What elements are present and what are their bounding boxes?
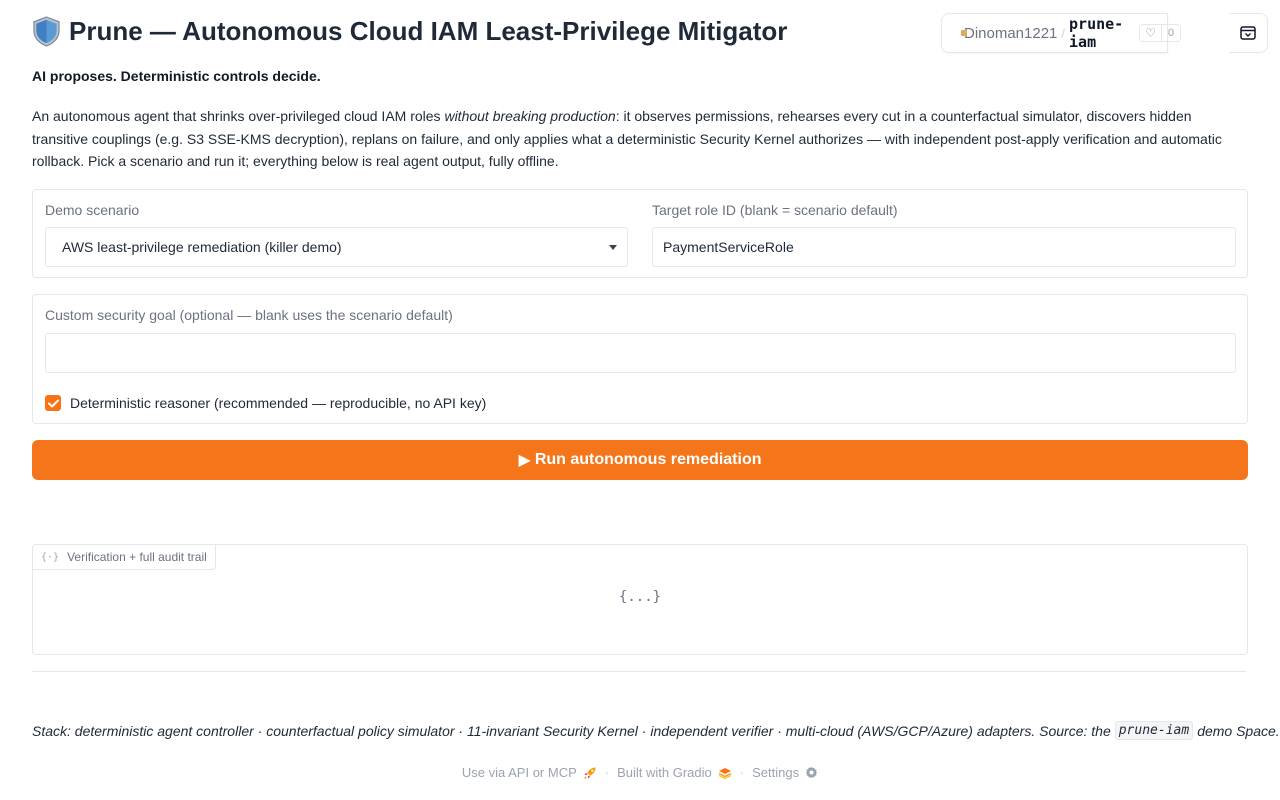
gradio-link[interactable]: Built with Gradio <box>617 765 732 780</box>
heart-icon: ♡ <box>1140 25 1162 41</box>
json-empty-placeholder: {...} <box>618 589 662 605</box>
audit-output-label-tag: {·} Verification + full audit trail <box>32 544 216 570</box>
scenario-dropdown[interactable]: AWS least-privilege remediation (killer … <box>45 227 628 267</box>
stack-text-end: demo Space. <box>1197 722 1280 739</box>
chevron-down-icon <box>609 244 617 250</box>
scenario-label: Demo scenario <box>45 202 140 218</box>
audit-output-panel: {·} Verification + full audit trail {...… <box>32 544 1248 655</box>
run-remediation-button[interactable]: ▶ Run autonomous remediation <box>32 440 1248 480</box>
like-button[interactable]: ♡ 0 <box>1139 24 1182 42</box>
gradio-logo-icon <box>718 767 732 779</box>
play-icon: ▶ <box>518 452 531 469</box>
reasoner-checkbox-label: Deterministic reasoner (recommended — re… <box>70 395 487 411</box>
path-separator: / <box>1061 25 1066 41</box>
role-label: Target role ID (blank = scenario default… <box>652 202 898 218</box>
settings-link[interactable]: Settings <box>752 765 818 780</box>
goal-input[interactable] <box>45 333 1236 373</box>
space-badge[interactable]: Dinoman1221 / prune-iam ♡ 0 <box>941 13 1182 53</box>
footer-separator: · <box>604 765 610 780</box>
like-count: 0 <box>1167 27 1175 39</box>
json-icon: {·} <box>41 551 60 563</box>
intro-text-1: An autonomous agent that shrinks over-pr… <box>32 108 445 124</box>
intro-paragraph: An autonomous agent that shrinks over-pr… <box>32 105 1242 173</box>
audit-output-label: Verification + full audit trail <box>67 550 207 564</box>
collapse-icon <box>1240 26 1256 40</box>
page-title-text: Prune — Autonomous Cloud IAM Least-Privi… <box>69 16 788 46</box>
gradio-link-label: Built with Gradio <box>617 765 712 780</box>
gear-icon <box>805 766 818 779</box>
divider <box>32 671 1246 672</box>
stack-description: Stack: deterministic agent controller · … <box>32 721 1280 740</box>
space-repo-link[interactable]: prune-iam <box>1069 15 1123 51</box>
goal-label: Custom security goal (optional — blank u… <box>45 307 453 323</box>
tagline: AI proposes. Deterministic controls deci… <box>32 68 321 84</box>
role-input[interactable]: PaymentServiceRole <box>652 227 1236 267</box>
intro-emphasis: without breaking production <box>444 108 616 124</box>
reasoner-option[interactable]: Deterministic reasoner (recommended — re… <box>45 395 486 411</box>
collapse-header-button[interactable] <box>1229 13 1268 53</box>
stack-code: prune-iam <box>1114 721 1194 740</box>
page-title: Prune — Autonomous Cloud IAM Least-Privi… <box>32 16 787 47</box>
scenario-panel: Demo scenario AWS least-privilege remedi… <box>32 189 1248 278</box>
goal-panel: Custom security goal (optional — blank u… <box>32 294 1248 424</box>
checkmark-icon <box>47 399 59 407</box>
footer: Use via API or MCP · Built with Gradio ·… <box>0 765 1280 780</box>
api-link-label: Use via API or MCP <box>461 765 577 780</box>
rocket-icon <box>584 767 596 779</box>
api-link[interactable]: Use via API or MCP <box>462 765 597 780</box>
scenario-selected-value: AWS least-privilege remediation (killer … <box>62 239 342 255</box>
settings-link-label: Settings <box>752 765 800 780</box>
footer-separator: · <box>739 765 745 780</box>
shield-icon <box>33 16 60 47</box>
run-button-label: Run autonomous remediation <box>534 451 762 468</box>
reasoner-checkbox[interactable] <box>45 395 61 411</box>
stack-text: Stack: deterministic agent controller · … <box>32 722 1111 739</box>
role-input-value: PaymentServiceRole <box>663 239 794 255</box>
space-owner-link[interactable]: Dinoman1221 <box>964 25 1057 42</box>
